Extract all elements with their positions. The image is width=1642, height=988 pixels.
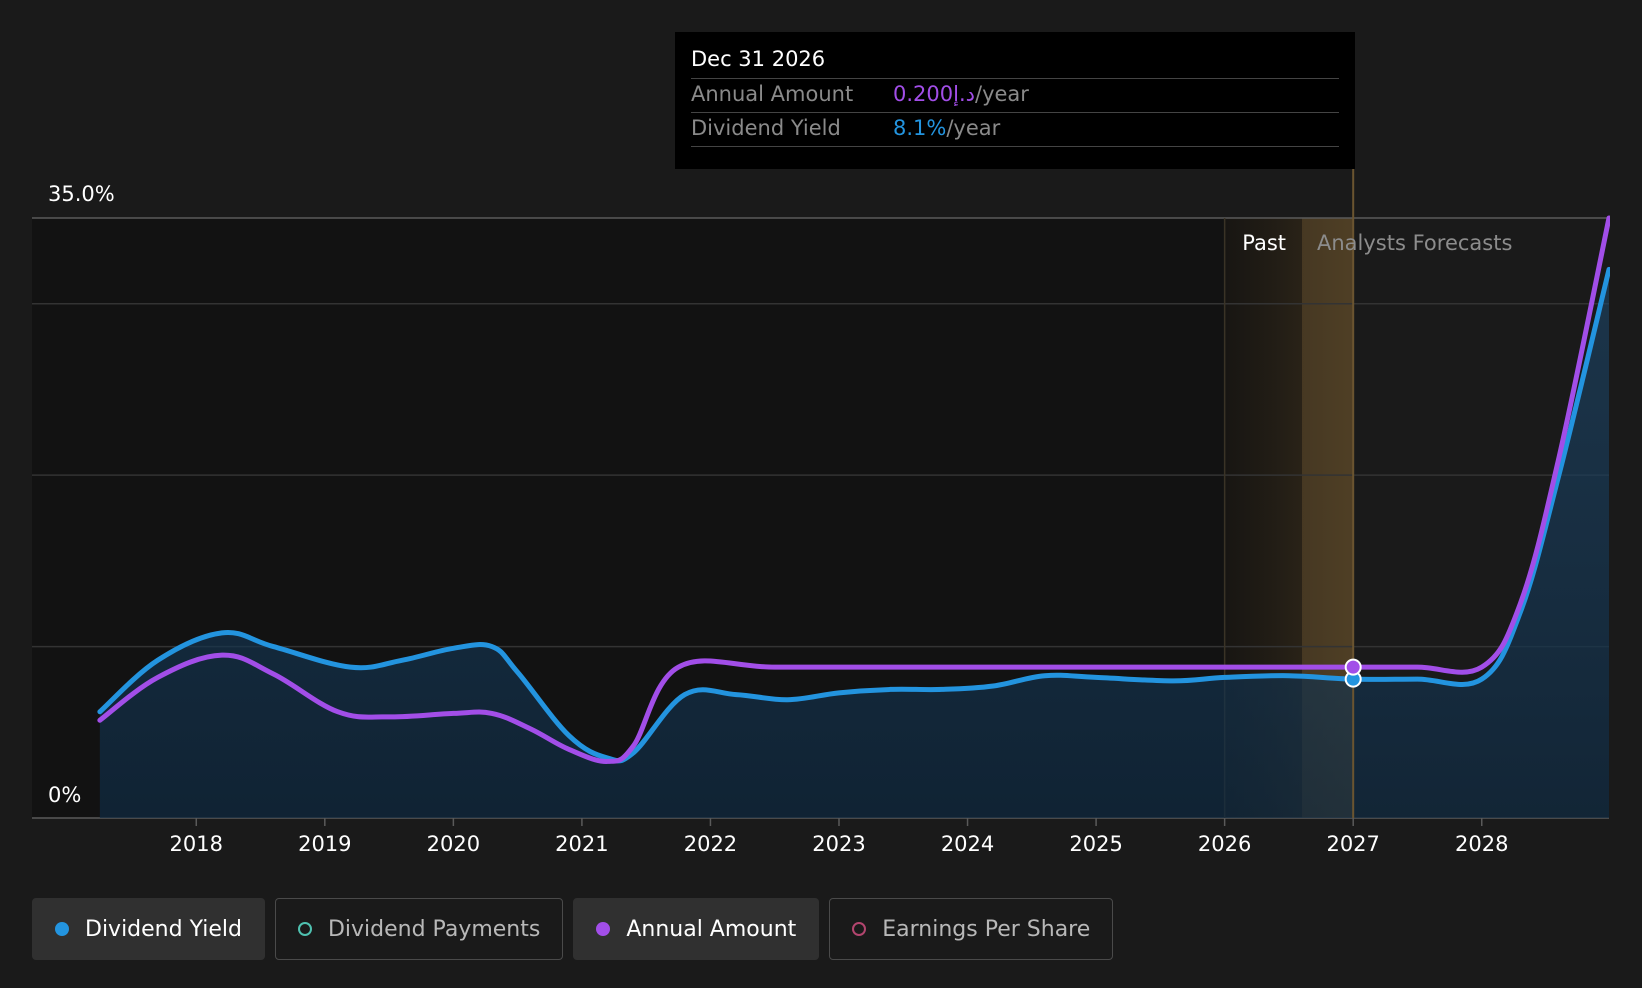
legend-label: Annual Amount xyxy=(626,916,797,942)
x-tick-label: 2024 xyxy=(941,832,994,856)
x-tick-label: 2020 xyxy=(427,832,480,856)
legend-label: Dividend Yield xyxy=(85,916,242,942)
tooltip-label: Annual Amount xyxy=(691,82,854,106)
x-tick-label: 2027 xyxy=(1326,832,1379,856)
tooltip-unit: /year xyxy=(975,82,1029,106)
tooltip-value: 8.1% xyxy=(893,116,947,140)
series-dot-icon xyxy=(55,922,69,936)
series-ring-icon xyxy=(852,922,867,936)
legend-annual-amount[interactable]: Annual Amount xyxy=(573,898,820,960)
series-dot-icon xyxy=(596,922,611,936)
x-tick-label: 2026 xyxy=(1198,832,1251,856)
x-tick-label: 2025 xyxy=(1069,832,1122,856)
highlight-markers xyxy=(1344,658,1362,688)
legend-dividend-yield[interactable]: Dividend Yield xyxy=(32,898,265,960)
tooltip: Dec 31 2026 Annual Amount 0.200د.إ /year… xyxy=(675,32,1355,169)
x-tick-label: 2028 xyxy=(1455,832,1508,856)
tooltip-unit: /year xyxy=(946,116,1001,140)
legend-label: Earnings Per Share xyxy=(882,916,1091,942)
tooltip-row-dividend-yield: Dividend Yield 8.1% /year xyxy=(691,112,1339,147)
tooltip-date: Dec 31 2026 xyxy=(691,47,826,71)
x-tick-label: 2018 xyxy=(170,832,223,856)
x-tick-label: 2019 xyxy=(298,832,351,856)
legend: Dividend Yield Dividend Payments Annual … xyxy=(32,898,1114,960)
past-label: Past xyxy=(1242,231,1286,255)
tooltip-row-annual-amount: Annual Amount 0.200د.إ /year xyxy=(691,78,1339,112)
legend-label: Dividend Payments xyxy=(327,916,541,942)
tooltip-label: Dividend Yield xyxy=(691,116,841,140)
legend-dividend-payments[interactable]: Dividend Payments xyxy=(274,898,564,960)
tooltip-value: 0.200د.إ xyxy=(893,82,975,106)
forecast-label: Analysts Forecasts xyxy=(1317,231,1512,255)
y-min-label: 0% xyxy=(48,783,81,807)
legend-earnings-per-share[interactable]: Earnings Per Share xyxy=(829,898,1114,960)
highlight-marker xyxy=(1344,658,1362,676)
x-tick-label: 2023 xyxy=(812,832,865,856)
x-axis: 2018 2019 2020 2021 2022 2023 2024 2025 2026 2027… xyxy=(170,818,1508,856)
series-ring-icon xyxy=(297,922,312,936)
x-tick-label: 2022 xyxy=(684,832,737,856)
y-max-label: 35.0% xyxy=(48,182,115,206)
x-tick-label: 2021 xyxy=(555,832,608,856)
